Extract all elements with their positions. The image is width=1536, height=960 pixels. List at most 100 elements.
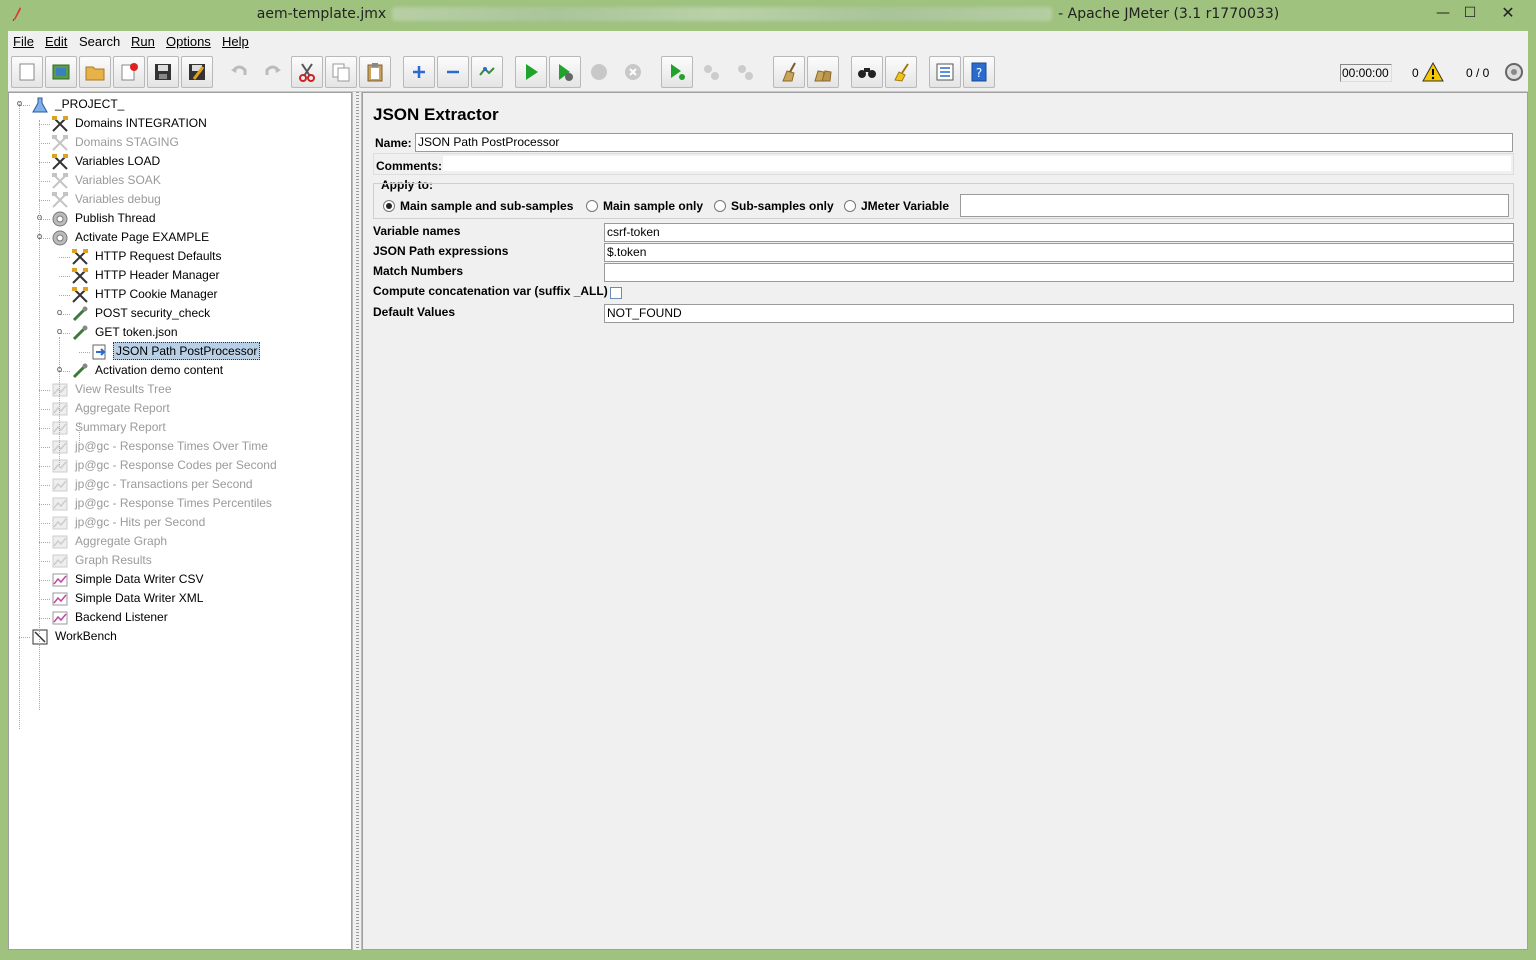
tree-node-label: Backend Listener	[75, 610, 168, 624]
tree-node-label: jp@gc - Hits per Second	[75, 515, 206, 529]
minimize-button[interactable]: —	[1430, 2, 1456, 24]
jmeter-variable-field[interactable]	[960, 194, 1509, 217]
broom-all-icon	[814, 70, 832, 82]
expand-all-button[interactable]	[403, 56, 435, 88]
config-scissors-icon	[51, 172, 69, 190]
title-bar[interactable]: aem-template.jmx - Apache JMeter (3.1 r17…	[0, 0, 1536, 31]
split-pane-divider[interactable]	[352, 92, 362, 950]
menu-help[interactable]: Help	[222, 34, 249, 49]
test-plan-tree[interactable]: _PROJECT_ o Domains INTEGRATION Domains STA…	[8, 92, 352, 950]
binoculars-icon	[858, 68, 876, 78]
plus-icon	[413, 66, 425, 78]
radio-jmeter-variable[interactable]	[844, 200, 856, 212]
elapsed-timer: 00:00:00	[1340, 64, 1392, 82]
comments-label: Comments:	[376, 159, 443, 173]
close-file-button[interactable]	[113, 56, 145, 88]
remote-globe-icon	[1505, 63, 1523, 81]
radio-sub-only[interactable]	[714, 200, 726, 212]
radio-jmeter-variable-label: JMeter Variable	[861, 199, 950, 213]
menu-search[interactable]: Search	[79, 34, 120, 49]
tree-connector	[39, 200, 50, 201]
tree-connector	[39, 542, 50, 543]
remote-stop-icon	[704, 65, 719, 80]
match-numbers-field[interactable]	[604, 263, 1514, 282]
redo-button[interactable]	[257, 56, 289, 88]
radio-main-only[interactable]	[586, 200, 598, 212]
default-values-field[interactable]: NOT_FOUND	[604, 304, 1514, 323]
broom-icon	[782, 62, 796, 82]
clipboard-icon	[367, 63, 383, 82]
function-helper-button[interactable]	[929, 56, 961, 88]
menu-run[interactable]: Run	[131, 34, 155, 49]
toggle-button[interactable]	[471, 56, 503, 88]
title-app: - Apache JMeter (3.1 r1770033)	[1058, 6, 1280, 22]
tree-guide-line	[39, 120, 40, 710]
config-scissors-icon	[51, 153, 69, 171]
templates-button[interactable]	[45, 56, 77, 88]
undo-button[interactable]	[223, 56, 255, 88]
copy-button[interactable]	[325, 56, 357, 88]
json-path-label: JSON Path expressions	[373, 244, 509, 258]
comments-field[interactable]	[443, 156, 1511, 171]
start-no-pauses-button[interactable]	[549, 56, 581, 88]
clear-all-button[interactable]	[807, 56, 839, 88]
tree-connector	[39, 485, 50, 486]
collapse-all-button[interactable]	[437, 56, 469, 88]
tree-node-label: jp@gc - Transactions per Second	[75, 477, 253, 491]
search-button[interactable]	[851, 56, 883, 88]
save-icon	[155, 64, 171, 80]
json-path-field[interactable]: $.token	[604, 243, 1514, 262]
tree-connector	[39, 181, 50, 182]
concat-checkbox[interactable]	[610, 287, 622, 299]
save-button[interactable]	[147, 56, 179, 88]
stop-button[interactable]	[583, 56, 615, 88]
tree-node-label: Activate Page EXAMPLE	[75, 230, 210, 244]
radio-main-sub[interactable]	[383, 200, 395, 212]
tree-node-label: HTTP Header Manager	[95, 268, 220, 282]
name-label: Name:	[375, 136, 412, 150]
tree-connector	[39, 618, 50, 619]
remote-start-icon	[671, 64, 685, 80]
remote-start-button[interactable]	[661, 56, 693, 88]
menu-file[interactable]: File	[13, 34, 34, 49]
close-button[interactable]: ✕	[1486, 2, 1530, 24]
tree-node-label: HTTP Cookie Manager	[95, 287, 218, 301]
menu-edit[interactable]: Edit	[45, 34, 67, 49]
reset-search-button[interactable]	[885, 56, 917, 88]
variable-names-field[interactable]: csrf-token	[604, 223, 1514, 242]
remote-shutdown-button[interactable]	[729, 56, 761, 88]
tree-node-label: Domains INTEGRATION	[75, 116, 207, 130]
maximize-button[interactable]: ☐	[1456, 2, 1484, 24]
open-button[interactable]	[79, 56, 111, 88]
match-numbers-label: Match Numbers	[373, 264, 464, 278]
tree-expand-toggle[interactable]: o	[55, 309, 64, 319]
help-button[interactable]: ?	[963, 56, 995, 88]
listener-icon	[51, 495, 69, 513]
listener-icon	[51, 400, 69, 418]
tree-node-label: Aggregate Graph	[75, 534, 168, 548]
workbench-icon	[31, 628, 49, 646]
tree-node-label: Aggregate Report	[75, 401, 170, 415]
shutdown-button[interactable]	[617, 56, 649, 88]
warning-icon[interactable]	[1422, 62, 1444, 82]
redo-icon	[265, 65, 281, 75]
svg-text:?: ?	[976, 66, 982, 80]
remote-stop-button[interactable]	[695, 56, 727, 88]
save-as-button[interactable]	[181, 56, 213, 88]
start-button[interactable]	[515, 56, 547, 88]
listener-icon	[51, 514, 69, 532]
tree-connector	[39, 580, 50, 581]
flask-icon	[31, 96, 49, 114]
concat-label: Compute concatenation var (suffix _ALL)	[373, 284, 608, 298]
tree-node-label: GET token.json	[95, 325, 178, 339]
paste-button[interactable]	[359, 56, 391, 88]
new-button[interactable]	[11, 56, 43, 88]
tree-connector	[59, 276, 70, 277]
tree-node-label: Graph Results	[75, 553, 152, 567]
cut-button[interactable]	[291, 56, 323, 88]
menu-options[interactable]: Options	[166, 34, 211, 49]
tree-node-label: Domains STAGING	[75, 135, 179, 149]
clear-button[interactable]	[773, 56, 805, 88]
radio-main-sub-label: Main sample and sub-samples	[400, 199, 574, 213]
name-field[interactable]: JSON Path PostProcessor	[415, 133, 1513, 152]
